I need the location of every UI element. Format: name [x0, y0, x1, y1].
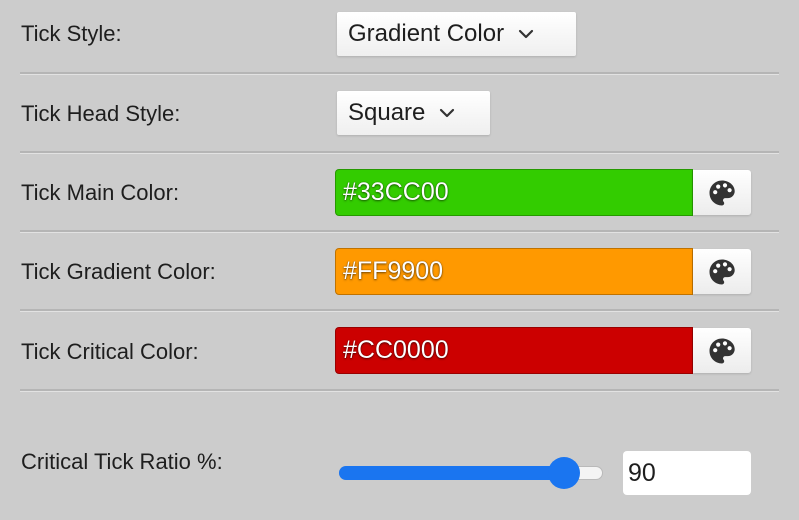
chevron-down-icon [440, 108, 455, 118]
tick-settings-panel: Tick Style: Gradient Color Tick Head Sty… [0, 0, 799, 520]
tick-main-color-picker-button[interactable] [693, 170, 751, 215]
divider [20, 72, 779, 75]
slider-fill [339, 466, 564, 480]
tick-head-style-value: Square [348, 99, 426, 126]
palette-icon [709, 180, 735, 205]
critical-tick-ratio-label: Critical Tick Ratio %: [21, 449, 223, 474]
tick-style-value: Gradient Color [348, 20, 505, 47]
divider [20, 309, 779, 312]
tick-gradient-color-input[interactable]: #FF9900 [335, 248, 693, 295]
tick-critical-color-picker-button[interactable] [693, 328, 751, 373]
tick-main-color-input[interactable]: #33CC00 [335, 169, 693, 216]
palette-icon [709, 338, 735, 363]
tick-gradient-color-label: Tick Gradient Color: [21, 259, 216, 284]
tick-style-select[interactable]: Gradient Color [337, 12, 576, 56]
tick-style-label: Tick Style: [21, 21, 122, 46]
tick-critical-color-label: Tick Critical Color: [21, 339, 199, 364]
slider-thumb[interactable] [547, 457, 580, 489]
tick-main-color-label: Tick Main Color: [21, 180, 180, 205]
tick-head-style-select[interactable]: Square [337, 91, 490, 135]
critical-tick-ratio-slider[interactable] [339, 457, 605, 489]
tick-gradient-color-picker-button[interactable] [693, 249, 751, 294]
divider [20, 389, 779, 392]
tick-head-style-label: Tick Head Style: [21, 101, 181, 126]
tick-critical-color-input[interactable]: #CC0000 [335, 327, 693, 374]
divider [20, 230, 779, 233]
chevron-down-icon [518, 29, 534, 39]
divider [20, 151, 779, 154]
critical-tick-ratio-input[interactable]: 90 [623, 451, 751, 495]
palette-icon [709, 259, 735, 284]
